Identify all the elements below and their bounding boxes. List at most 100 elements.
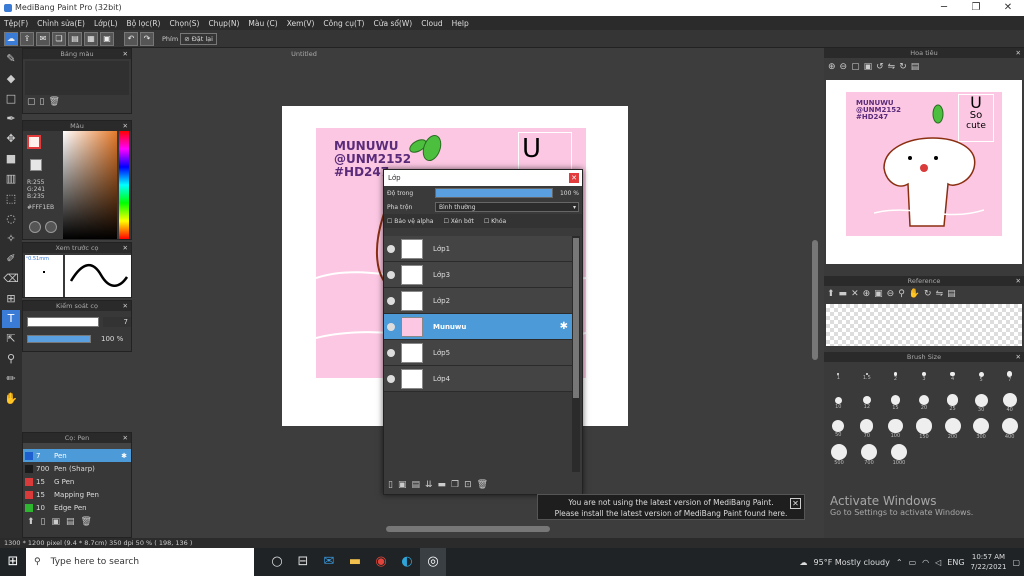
grid-icon[interactable]: ▦ xyxy=(84,31,98,46)
reference-folder-icon[interactable]: ▬ xyxy=(839,289,848,299)
menu-window[interactable]: Cửa sổ(W) xyxy=(373,19,412,28)
reference-zoom-in-icon[interactable]: ⊕ xyxy=(863,289,871,299)
notification-center-icon[interactable]: ▢ xyxy=(1012,558,1020,567)
pen-tool2-icon[interactable]: ✏ xyxy=(2,370,20,388)
operation-tool-icon[interactable]: ⇱ xyxy=(2,330,20,348)
panel-close-icon[interactable]: ✕ xyxy=(123,301,128,311)
text-tool-icon[interactable]: T xyxy=(2,310,20,328)
redo-icon[interactable]: ↷ xyxy=(140,31,154,46)
reference-rotate-icon[interactable]: ↻ xyxy=(924,289,932,299)
brush-size-option[interactable]: 20 xyxy=(911,394,937,411)
layer-row[interactable]: Lớp2 xyxy=(384,288,572,314)
layer-settings-icon[interactable]: ✱ xyxy=(560,321,568,332)
brush-size-option[interactable]: 150 xyxy=(911,418,937,440)
brush-size-option[interactable]: 2 xyxy=(882,372,908,382)
brush-size-option[interactable]: 700 xyxy=(856,444,882,466)
brush-size-option[interactable]: 12 xyxy=(854,395,880,410)
select-tool-icon[interactable]: ⬚ xyxy=(2,190,20,208)
brush-item-pen-sharp[interactable]: 700 Pen (Sharp) xyxy=(23,462,131,475)
brush-item-g-pen[interactable]: 15 G Pen xyxy=(23,475,131,488)
brush-item-mapping-pen[interactable]: 15 Mapping Pen xyxy=(23,488,131,501)
medibang-icon[interactable]: ◎ xyxy=(420,548,446,576)
paste-icon[interactable]: ▤ xyxy=(68,31,82,46)
wifi-icon[interactable]: ◠ xyxy=(922,558,929,567)
brush-size-option[interactable]: 50 xyxy=(825,420,851,438)
color-saturation-picker[interactable] xyxy=(63,131,117,239)
reference-add-icon[interactable]: ⬆ xyxy=(827,289,835,299)
layer-window-close-icon[interactable]: ✕ xyxy=(569,173,579,183)
menu-tools[interactable]: Công cụ(T) xyxy=(323,19,364,28)
zoom-out-icon[interactable]: ⊖ xyxy=(840,62,848,72)
rotate-left-icon[interactable]: ↺ xyxy=(876,62,884,72)
panel-close-icon[interactable]: ✕ xyxy=(1016,48,1021,58)
reference-canvas[interactable] xyxy=(826,304,1022,346)
brush-size-option[interactable]: 3 xyxy=(911,372,937,382)
menu-view[interactable]: Xem(V) xyxy=(287,19,315,28)
taskbar-search-box[interactable]: ⚲ Type here to search xyxy=(26,548,254,576)
duplicate-layer-icon[interactable]: ❐ xyxy=(451,480,459,490)
brush-size-option[interactable]: 70 xyxy=(854,419,880,439)
brush-item-edge-pen[interactable]: 10 Edge Pen xyxy=(23,501,131,514)
widgets-icon[interactable]: ⊟ xyxy=(290,548,316,576)
eye-icon[interactable] xyxy=(387,270,395,279)
lock-icon[interactable]: ▤ xyxy=(911,62,920,72)
brush-size-option[interactable]: 5 xyxy=(968,371,994,383)
eyedropper-tool-icon[interactable]: ⚲ xyxy=(2,350,20,368)
delete-layer-icon[interactable]: 🗑 xyxy=(477,480,488,490)
chrome-icon[interactable]: ◉ xyxy=(368,548,394,576)
document-tab[interactable]: Untitled xyxy=(134,50,474,58)
brush-size-option[interactable]: 1 xyxy=(825,373,851,381)
menu-filter[interactable]: Bộ lọc(R) xyxy=(127,19,161,28)
reference-flip-icon[interactable]: ⇋ xyxy=(936,289,944,299)
weather-text[interactable]: 95°F Mostly cloudy xyxy=(814,558,890,567)
reference-eyedropper-icon[interactable]: ⚲ xyxy=(898,289,905,299)
layer-row[interactable]: Lớp1 xyxy=(384,236,572,262)
brush-size-option[interactable]: 400 xyxy=(997,418,1023,440)
brush-item-pen[interactable]: 7 Pen ✱ xyxy=(23,449,131,462)
brush-size-option[interactable]: 100 xyxy=(882,418,908,439)
eye-icon[interactable] xyxy=(387,244,395,253)
panel-close-icon[interactable]: ✕ xyxy=(1016,276,1021,286)
panel-close-icon[interactable]: ✕ xyxy=(123,243,128,253)
select-eraser-icon[interactable]: ⌫ xyxy=(2,270,20,288)
panel-close-icon[interactable]: ✕ xyxy=(1016,352,1021,362)
brush-size-option[interactable]: 4 xyxy=(940,371,966,382)
blend-mode-select[interactable]: Bình thường ▾ xyxy=(435,202,579,212)
menu-select[interactable]: Chọn(S) xyxy=(169,19,199,28)
panel-close-icon[interactable]: ✕ xyxy=(123,49,128,59)
layer-row-selected[interactable]: Munuwu ✱ xyxy=(384,314,572,340)
palette-swatches[interactable] xyxy=(25,61,129,95)
opacity-slider[interactable] xyxy=(435,188,553,198)
menu-cloud[interactable]: Cloud xyxy=(421,19,442,28)
zoom-in-icon[interactable]: ⊕ xyxy=(828,62,836,72)
new-layer-icon[interactable]: ▯ xyxy=(388,480,393,490)
volume-icon[interactable]: ◁ xyxy=(935,558,941,567)
mail-icon[interactable]: ✉ xyxy=(316,548,342,576)
brush-size-option[interactable]: 200 xyxy=(940,418,966,440)
select-pen-icon[interactable]: ✐ xyxy=(2,250,20,268)
language-indicator[interactable]: ENG xyxy=(947,558,964,567)
brush-size-option[interactable]: 7 xyxy=(997,371,1023,383)
undo-icon[interactable]: ↶ xyxy=(124,31,138,46)
clip-checkbox[interactable]: ☐ Xén bớt xyxy=(443,218,473,225)
layer-row[interactable]: Lớp5 xyxy=(384,340,572,366)
upload-icon[interactable]: ⇪ xyxy=(20,31,34,46)
brush-size-option[interactable]: 1.5 xyxy=(854,372,880,381)
brush-size-option[interactable]: 30 xyxy=(968,393,994,413)
merge-layer-icon[interactable]: ⊡ xyxy=(464,480,472,490)
palette-add-icon[interactable]: ▯ xyxy=(40,97,45,107)
palette-delete-icon[interactable]: 🗑 xyxy=(48,97,59,107)
gradient-tool-icon[interactable]: ▥ xyxy=(2,170,20,188)
minimize-icon[interactable]: ─ xyxy=(928,0,960,16)
brush-size-option[interactable]: 25 xyxy=(940,394,966,412)
brush-size-slider[interactable] xyxy=(27,317,99,327)
layer-down-icon[interactable]: ⇊ xyxy=(425,480,433,490)
color-pick-icon[interactable] xyxy=(45,221,57,233)
fit-icon[interactable]: ▢ xyxy=(851,62,860,72)
reference-hand-icon[interactable]: ✋ xyxy=(909,289,920,299)
reference-close-icon[interactable]: ✕ xyxy=(851,289,859,299)
reference-zoom-out-icon[interactable]: ⊖ xyxy=(887,289,895,299)
panel-close-icon[interactable]: ✕ xyxy=(123,121,128,131)
pen-tool-icon[interactable]: ✒ xyxy=(2,110,20,128)
brush-size-option[interactable]: 10 xyxy=(825,396,851,410)
